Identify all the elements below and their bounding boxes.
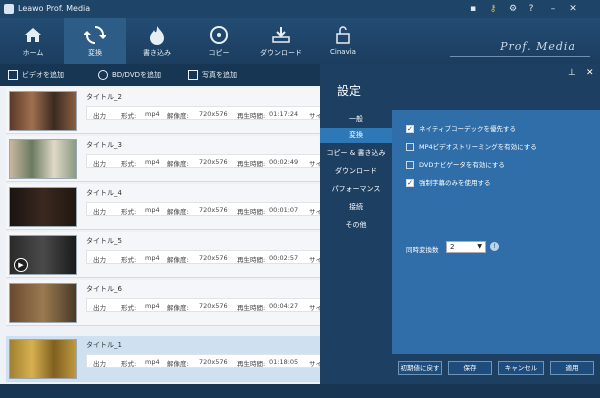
reset-defaults-button[interactable]: 初期値に戻す: [398, 361, 442, 375]
output-info: 出力 形式: mp4 解像度: 720x576 再生時間: 00:01:07 サ…: [86, 202, 320, 216]
checkbox-checked[interactable]: ✓: [406, 125, 414, 133]
close-icon[interactable]: ✕: [586, 68, 594, 78]
settings-panel: 設定 ⊥ ✕ 一般 変換 コピー & 書き込み ダウンロード パフォーマンス 接…: [320, 64, 600, 384]
settings-menu-connection[interactable]: 接続: [320, 200, 392, 215]
title-bar: Leawo Prof. Media ▪ ⚷ ⚙ ? – ✕: [0, 0, 600, 18]
play-icon[interactable]: ▶: [14, 258, 28, 272]
checkbox-checked[interactable]: ✓: [406, 179, 414, 187]
app-icon: [4, 4, 14, 14]
option-dvd-navigator[interactable]: DVDナビゲータを有効にする: [406, 160, 505, 170]
output-info: 出力 形式: mp4 解像度: 720x576 再生時間: 00:02:49 サ…: [86, 154, 320, 168]
refresh-icon: [84, 26, 106, 44]
apply-button[interactable]: 適用: [550, 361, 594, 375]
download-icon: [272, 27, 290, 43]
list-item[interactable]: タイトル_3 出力 形式: mp4 解像度: 720x576 再生時間: 00:…: [6, 136, 320, 182]
video-list: タイトル_2 出力 形式: mp4 解像度: 720x576 再生時間: 01:…: [0, 86, 320, 384]
video-thumbnail: [9, 91, 77, 131]
list-item[interactable]: タイトル_6 出力 形式: mp4 解像度: 720x576 再生時間: 00:…: [6, 280, 320, 326]
minimize-icon[interactable]: –: [548, 4, 558, 14]
brand-logo: Prof. Media: [500, 40, 576, 53]
settings-menu-download[interactable]: ダウンロード: [320, 164, 392, 179]
info-icon[interactable]: !: [490, 242, 499, 251]
option-native-codec[interactable]: ✓ ネイティブコーデックを優先する: [406, 124, 516, 134]
key-icon[interactable]: ⚷: [488, 4, 498, 14]
help-icon[interactable]: ?: [526, 4, 536, 14]
nav-cinavia[interactable]: Cinavia: [312, 18, 374, 64]
add-bd-dvd-button[interactable]: BD/DVDを追加: [98, 69, 161, 81]
nav-burn[interactable]: 書き込み: [126, 18, 188, 64]
settings-menu-convert[interactable]: 変換: [320, 128, 392, 143]
disc-add-icon: [98, 70, 108, 80]
gear-icon[interactable]: ⚙: [508, 4, 518, 14]
add-photo-button[interactable]: 写真を追加: [188, 69, 237, 81]
disc-icon: [210, 26, 228, 44]
window-title: Leawo Prof. Media: [18, 4, 91, 13]
cancel-button[interactable]: キャンセル: [498, 361, 544, 375]
checkbox-unchecked[interactable]: [406, 143, 414, 151]
video-thumbnail: [9, 339, 77, 379]
concurrent-label: 同時変換数: [406, 246, 439, 254]
settings-menu-other[interactable]: その他: [320, 218, 392, 233]
settings-menu-general[interactable]: 一般: [320, 112, 392, 127]
pin-icon[interactable]: ⊥: [568, 68, 576, 78]
output-info: 出力 形式: mp4 解像度: 720x576 再生時間: 01:18:05 サ…: [86, 354, 320, 368]
toolbar: ビデオを追加 BD/DVDを追加 写真を追加: [0, 64, 320, 86]
option-forced-subtitles[interactable]: ✓ 強制字幕のみを使用する: [406, 178, 491, 188]
unlock-icon: [336, 26, 350, 44]
nav-download[interactable]: ダウンロード: [250, 18, 312, 64]
nav-convert[interactable]: 変換: [64, 18, 126, 64]
video-thumbnail: [9, 187, 77, 227]
checkbox-unchecked[interactable]: [406, 161, 414, 169]
photo-icon: [188, 70, 198, 80]
close-icon[interactable]: ✕: [568, 4, 578, 14]
chevron-down-icon: ▼: [477, 243, 482, 250]
settings-menu-performance[interactable]: パフォーマンス: [320, 182, 392, 197]
output-info: 出力 形式: mp4 解像度: 720x576 再生時間: 00:02:57 サ…: [86, 250, 320, 264]
chat-icon[interactable]: ▪: [468, 4, 478, 14]
output-info: 出力 形式: mp4 解像度: 720x576 再生時間: 01:17:24 サ…: [86, 106, 320, 120]
settings-content: ✓ ネイティブコーデックを優先する MP4ビデオストリーミングを有効にする DVD…: [392, 110, 600, 354]
main-nav: ホーム 変換 書き込み コピー ダウンロード Cinavia Prof. Med…: [0, 18, 600, 64]
film-icon: [8, 70, 18, 80]
list-item[interactable]: タイトル_4 出力 形式: mp4 解像度: 720x576 再生時間: 00:…: [6, 184, 320, 230]
concurrent-select[interactable]: 2 ▼: [446, 241, 486, 253]
output-info: 出力 形式: mp4 解像度: 720x576 再生時間: 00:04:27 サ…: [86, 298, 320, 312]
panel-title: 設定: [337, 84, 362, 98]
list-item[interactable]: タイトル_2 出力 形式: mp4 解像度: 720x576 再生時間: 01:…: [6, 88, 320, 134]
nav-copy[interactable]: コピー: [188, 18, 250, 64]
video-thumbnail: ▶: [9, 235, 77, 275]
video-thumbnail: [9, 283, 77, 323]
option-mp4-streaming[interactable]: MP4ビデオストリーミングを有効にする: [406, 142, 537, 152]
nav-home[interactable]: ホーム: [2, 18, 64, 64]
add-video-button[interactable]: ビデオを追加: [8, 69, 64, 81]
home-icon: [25, 28, 41, 42]
status-bar: [0, 384, 600, 398]
list-item-selected[interactable]: タイトル_1 出力 形式: mp4 解像度: 720x576 再生時間: 01:…: [6, 336, 320, 382]
brand-divider: [450, 56, 590, 57]
video-thumbnail: [9, 139, 77, 179]
save-button[interactable]: 保存: [448, 361, 492, 375]
settings-menu-copy-burn[interactable]: コピー & 書き込み: [320, 146, 392, 161]
list-item[interactable]: ▶ タイトル_5 出力 形式: mp4 解像度: 720x576 再生時間: 0…: [6, 232, 320, 278]
flame-icon: [150, 26, 164, 45]
